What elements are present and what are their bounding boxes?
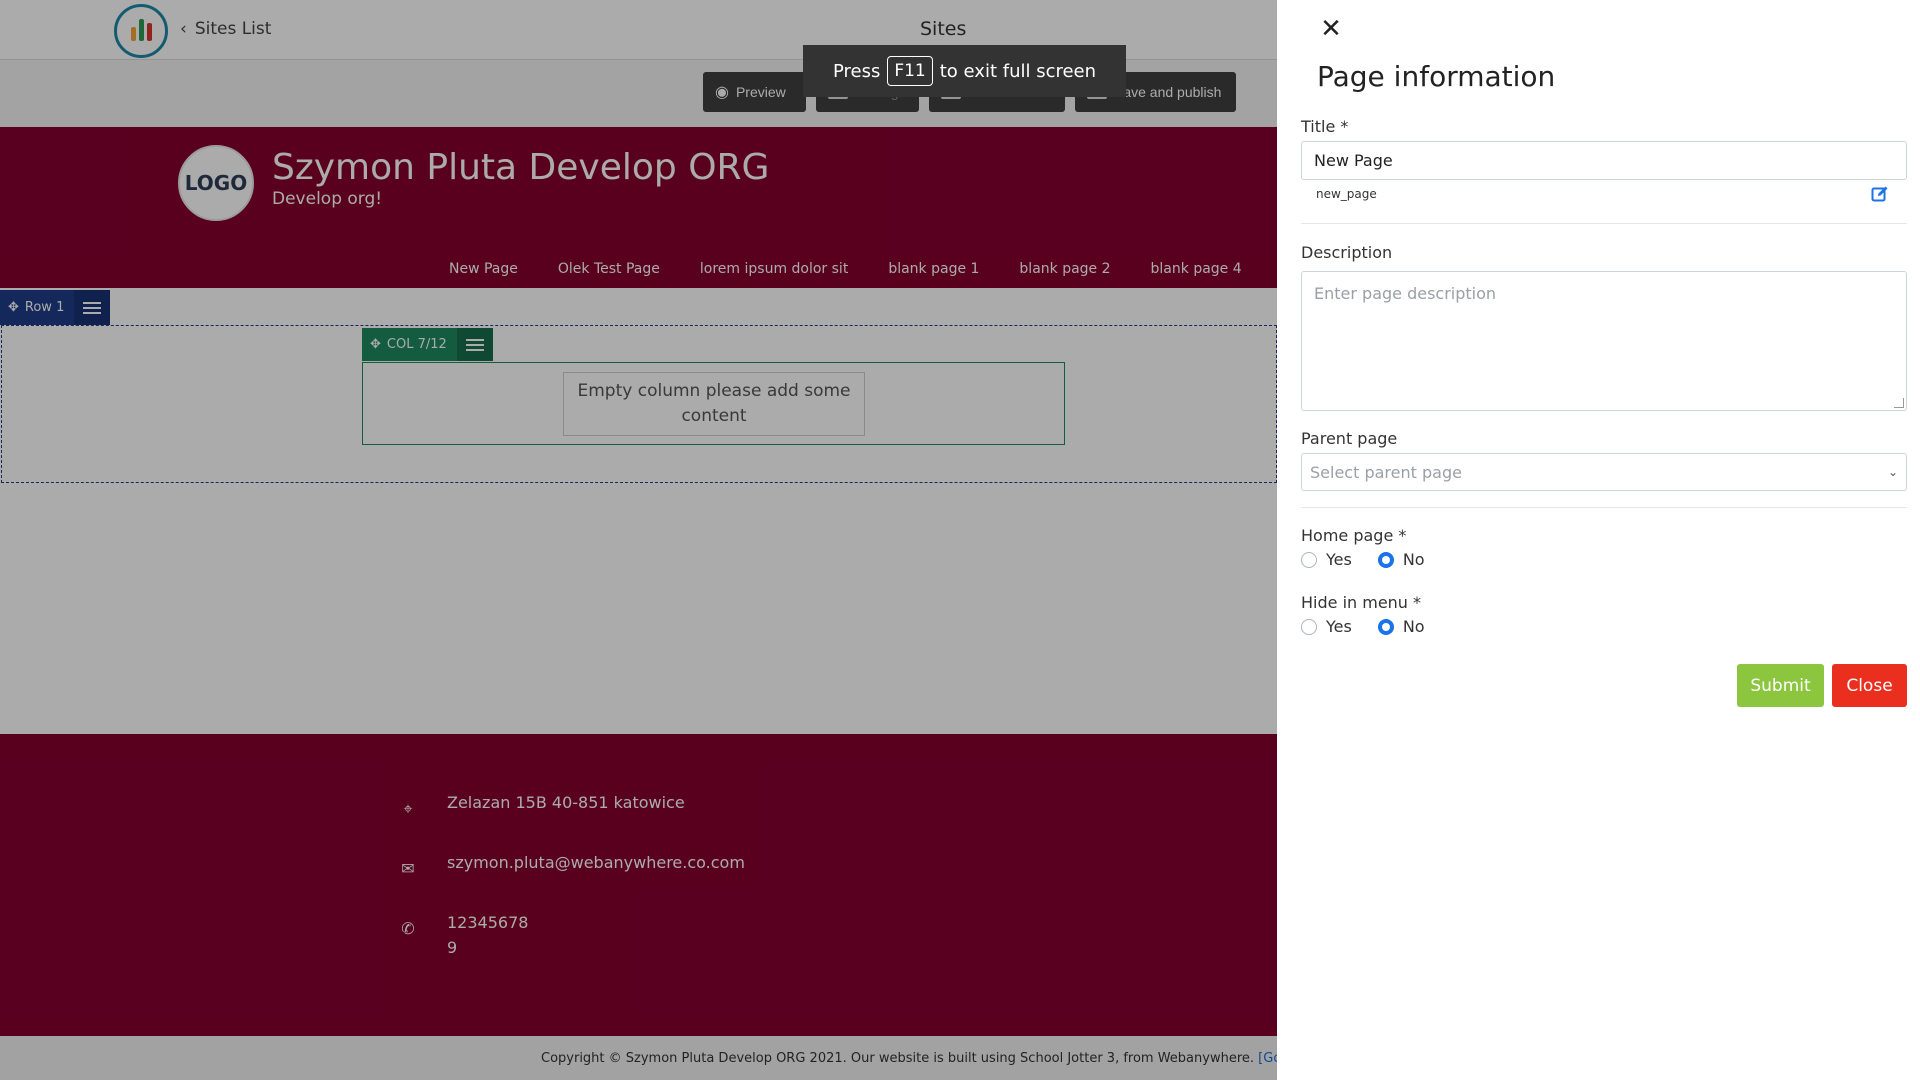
modal-backdrop[interactable] [0, 0, 1277, 1080]
page-information-drawer: ✕ Page information Title * New Page new_… [1277, 0, 1920, 1080]
title-input[interactable]: New Page [1301, 141, 1907, 180]
hide-in-menu-no-radio[interactable] [1377, 618, 1394, 635]
drawer-title: Page information [1317, 60, 1556, 93]
section-divider [1301, 507, 1907, 508]
submit-button[interactable]: Submit [1737, 664, 1824, 707]
home-page-yes-radio[interactable] [1301, 551, 1317, 568]
home-page-radio-group: Yes No [1301, 550, 1451, 569]
description-textarea[interactable]: Enter page description [1301, 271, 1907, 411]
section-divider [1301, 223, 1907, 224]
title-input-value: New Page [1314, 151, 1393, 170]
chevron-down-icon: ⌄ [1887, 465, 1898, 479]
fullscreen-notice: Press F11 to exit full screen [803, 45, 1126, 97]
edit-icon[interactable] [1871, 185, 1889, 203]
hide-in-menu-label: Hide in menu * [1301, 593, 1422, 612]
hide-in-menu-yes-option[interactable]: Yes [1301, 617, 1352, 636]
home-page-label: Home page * [1301, 526, 1407, 545]
resize-handle-icon[interactable] [1894, 398, 1904, 408]
home-page-no-option[interactable]: No [1377, 550, 1425, 569]
close-icon[interactable]: ✕ [1316, 14, 1346, 44]
page-slug: new_page [1316, 187, 1377, 201]
fullscreen-prefix: Press [832, 60, 881, 82]
fullscreen-key: F11 [887, 56, 933, 86]
hide-in-menu-yes-label: Yes [1326, 617, 1352, 636]
description-label: Description [1301, 243, 1393, 262]
title-label: Title * [1301, 117, 1349, 136]
fullscreen-suffix: to exit full screen [939, 60, 1097, 82]
hide-in-menu-no-option[interactable]: No [1377, 617, 1425, 636]
home-page-yes-option[interactable]: Yes [1301, 550, 1352, 569]
description-placeholder: Enter page description [1314, 284, 1497, 303]
home-page-no-label: No [1402, 550, 1425, 569]
parent-page-placeholder: Select parent page [1310, 462, 1462, 482]
home-page-yes-label: Yes [1326, 550, 1352, 569]
hide-in-menu-yes-radio[interactable] [1301, 618, 1317, 635]
close-button[interactable]: Close [1832, 664, 1907, 707]
parent-page-label: Parent page [1301, 429, 1398, 448]
home-page-no-radio[interactable] [1377, 551, 1394, 568]
parent-page-select[interactable]: Select parent page ⌄ [1301, 453, 1907, 491]
site-editor: ‹ Sites List Sites Press F11 to exit ful… [0, 0, 1277, 1080]
hide-in-menu-no-label: No [1402, 617, 1425, 636]
hide-in-menu-radio-group: Yes No [1301, 617, 1451, 636]
